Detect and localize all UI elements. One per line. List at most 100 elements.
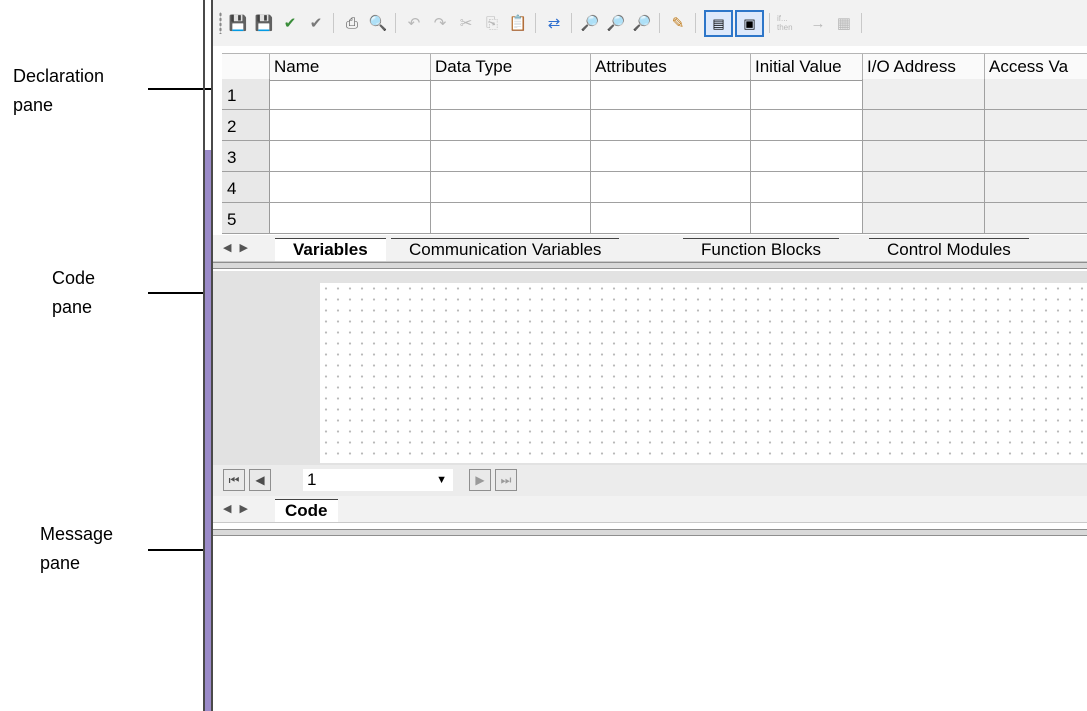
cell-initial-value[interactable] (751, 203, 863, 233)
column-header-initial-value[interactable]: Initial Value (751, 54, 863, 80)
column-header-io-address[interactable]: I/O Address (863, 54, 985, 80)
cell-attributes[interactable] (591, 79, 751, 109)
print-preview-icon[interactable]: 🔍 (367, 12, 389, 34)
table-row[interactable]: 3 (222, 141, 1087, 172)
cell-io-address (863, 141, 985, 171)
column-header-data-type[interactable]: Data Type (431, 54, 591, 80)
cell-data-type[interactable] (431, 141, 591, 171)
page-select[interactable]: 1 ▼ (303, 469, 453, 491)
find-replace-icon[interactable]: 🔎 (631, 12, 653, 34)
last-page-icon[interactable]: ⏭ (495, 469, 517, 491)
cell-attributes[interactable] (591, 172, 751, 202)
cell-data-type[interactable] (431, 203, 591, 233)
callout-line-1: Declaration (13, 66, 105, 86)
find-next-icon[interactable]: 🔎 (605, 12, 627, 34)
cell-name[interactable] (270, 172, 431, 202)
find-icon[interactable]: 🔎 (579, 12, 601, 34)
tab-communication-variables[interactable]: Communication Variables (391, 238, 620, 261)
toolbar-separator (333, 13, 334, 33)
next-page-icon[interactable]: ▶ (469, 469, 491, 491)
cell-initial-value[interactable] (751, 110, 863, 140)
swap-icon[interactable]: ⇄ (543, 12, 565, 34)
toolbar-grip[interactable] (219, 12, 222, 34)
cell-name[interactable] (270, 141, 431, 171)
declaration-tab-strip: ◀▶ Variables Communication Variables Fun… (213, 235, 1087, 262)
cell-initial-value[interactable] (751, 79, 863, 109)
bookmark-icon[interactable]: ✎ (667, 12, 689, 34)
cell-name[interactable] (270, 203, 431, 233)
table-row[interactable]: 5 (222, 203, 1087, 234)
callout-line-2: pane (13, 95, 54, 115)
assign-icon[interactable]: → (807, 12, 829, 34)
paste-icon[interactable]: 📋 (507, 12, 529, 34)
toolbar-separator (535, 13, 536, 33)
column-header-access-variable[interactable]: Access Va (985, 54, 1087, 80)
table-row[interactable]: 2 (222, 110, 1087, 141)
save-close-icon[interactable]: 💾 (227, 12, 249, 34)
redo-icon[interactable]: ↷ (429, 12, 451, 34)
split-horizontal-icon[interactable]: ▤ (704, 10, 733, 37)
tab-code[interactable]: Code (275, 499, 338, 522)
split-vertical-icon[interactable]: ▣ (735, 10, 764, 37)
toolbar-separator (571, 13, 572, 33)
cell-data-type[interactable] (431, 110, 591, 140)
callout-line-1: Message (40, 524, 114, 544)
row-number[interactable]: 2 (222, 110, 270, 140)
pane-splitter-bottom[interactable] (213, 529, 1087, 536)
table-row[interactable]: 4 (222, 172, 1087, 203)
message-pane[interactable] (213, 537, 1087, 711)
save-icon[interactable]: 💾 (253, 12, 275, 34)
tab-function-blocks[interactable]: Function Blocks (683, 238, 839, 261)
code-pane[interactable] (213, 271, 1087, 465)
if-then-icon[interactable]: if... then (777, 12, 801, 34)
cut-icon[interactable]: ✂ (455, 12, 477, 34)
cell-data-type[interactable] (431, 172, 591, 202)
toolbar-separator (395, 13, 396, 33)
row-number[interactable]: 5 (222, 203, 270, 233)
tab-scroll-arrows[interactable]: ◀▶ (223, 496, 256, 522)
check-icon[interactable]: ✔ (279, 12, 301, 34)
function-block-icon[interactable]: ▦ (833, 12, 855, 34)
cell-initial-value[interactable] (751, 141, 863, 171)
row-number[interactable]: 4 (222, 172, 270, 202)
cell-name[interactable] (270, 79, 431, 109)
column-header-name[interactable]: Name (270, 54, 431, 80)
toolbar-separator (695, 13, 696, 33)
cell-io-address (863, 79, 985, 109)
callout-line-1: Code (52, 268, 96, 288)
toolbar-separator (659, 13, 660, 33)
undo-icon[interactable]: ↶ (403, 12, 425, 34)
chevron-down-icon[interactable]: ▼ (436, 469, 447, 491)
header-corner (222, 54, 270, 80)
print-icon[interactable]: ⎙ (341, 12, 363, 34)
check-all-icon[interactable]: ✔ (305, 12, 327, 34)
code-editor-canvas[interactable] (320, 283, 1087, 463)
cell-attributes[interactable] (591, 203, 751, 233)
column-header-attributes[interactable]: Attributes (591, 54, 751, 80)
cell-attributes[interactable] (591, 110, 751, 140)
first-page-icon[interactable]: ⏮ (223, 469, 245, 491)
cell-attributes[interactable] (591, 141, 751, 171)
cell-initial-value[interactable] (751, 172, 863, 202)
row-number[interactable]: 3 (222, 141, 270, 171)
page-select-value: 1 (307, 470, 317, 489)
callout-message-pane: Message pane (40, 520, 113, 578)
tab-scroll-arrows[interactable]: ◀▶ (223, 235, 256, 261)
pane-splitter-top[interactable] (213, 262, 1087, 269)
toolbar: 💾 💾 ✔ ✔ ⎙ 🔍 ↶ ↷ ✂ ⎘ 📋 ⇄ 🔎 🔎 🔎 ✎ ▤ ▣ if..… (213, 0, 1087, 46)
previous-page-icon[interactable]: ◀ (249, 469, 271, 491)
tab-variables[interactable]: Variables (275, 238, 386, 261)
cell-name[interactable] (270, 110, 431, 140)
table-row[interactable]: 1 (222, 79, 1087, 110)
row-number[interactable]: 1 (222, 79, 270, 109)
cell-access-variable (985, 203, 1087, 233)
cell-io-address (863, 172, 985, 202)
tab-control-modules[interactable]: Control Modules (869, 238, 1029, 261)
cell-access-variable (985, 110, 1087, 140)
cell-io-address (863, 203, 985, 233)
cell-data-type[interactable] (431, 79, 591, 109)
callout-code-pane: Code pane (52, 264, 95, 322)
cell-access-variable (985, 141, 1087, 171)
callout-declaration-pane: Declaration pane (13, 62, 104, 120)
copy-icon[interactable]: ⎘ (481, 12, 503, 34)
